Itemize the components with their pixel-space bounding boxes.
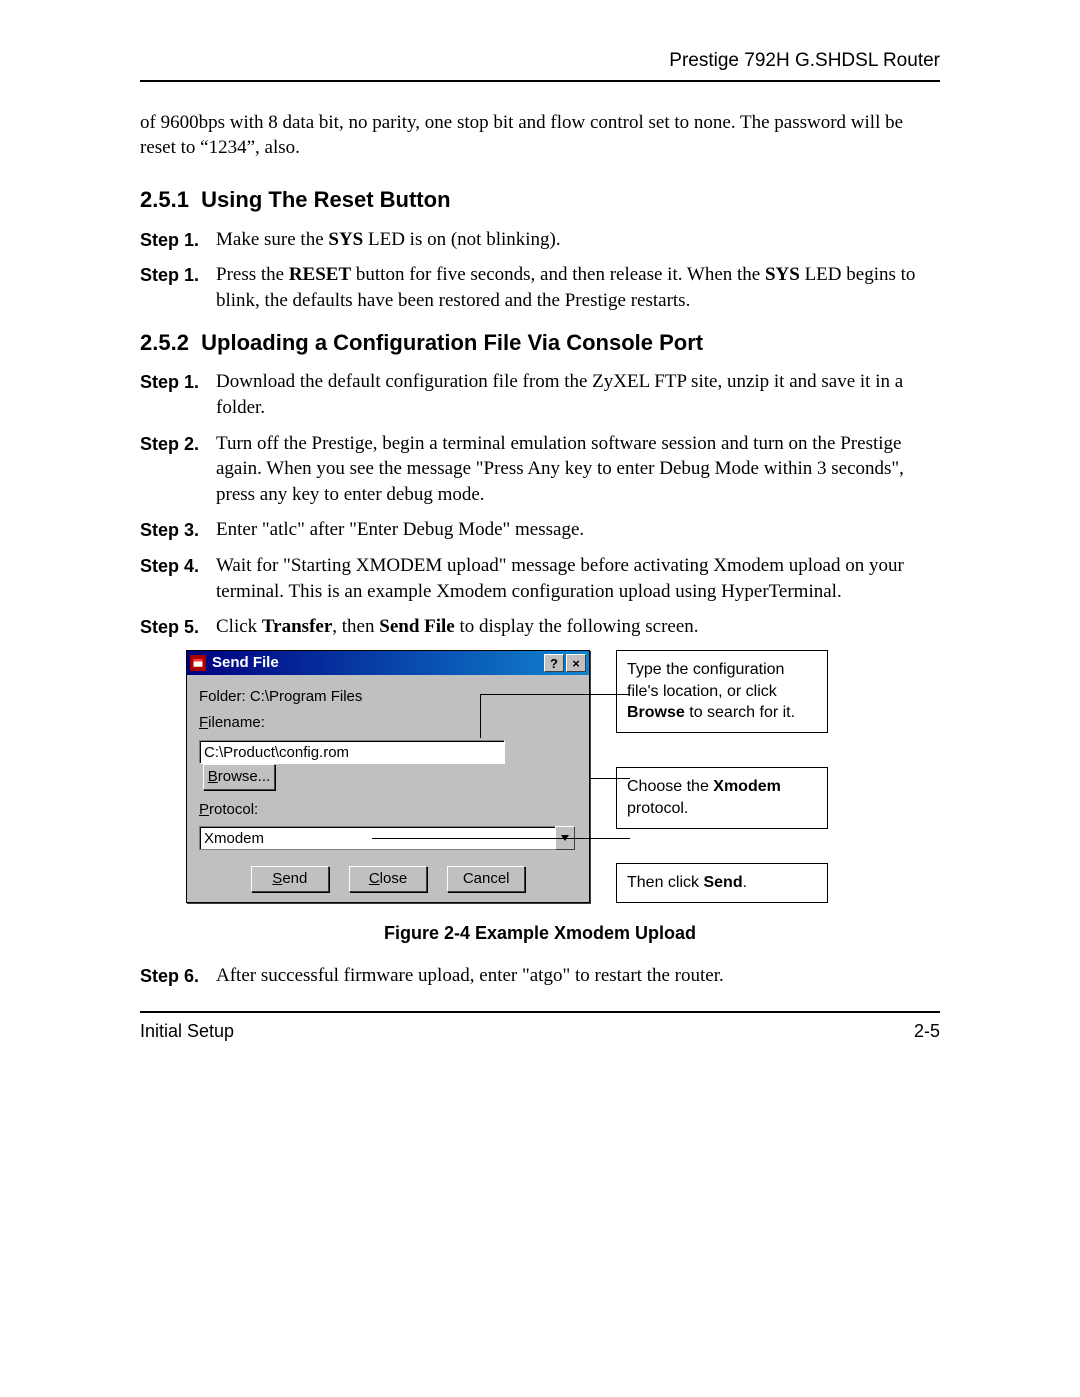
underline-char: B: [208, 767, 218, 787]
footer-rule: [140, 1011, 940, 1013]
step-body: Download the default configuration file …: [216, 369, 940, 420]
section-title: Using The Reset Button: [201, 187, 450, 212]
step-body: Wait for "Starting XMODEM upload" messag…: [216, 553, 940, 604]
cancel-button[interactable]: Cancel: [447, 866, 525, 892]
bold-text: SYS: [328, 229, 363, 250]
step-body: Make sure the SYS LED is on (not blinkin…: [216, 227, 940, 253]
text: .: [743, 874, 747, 891]
step-row: Step 4. Wait for "Starting XMODEM upload…: [140, 553, 940, 604]
bold-text: Send File: [379, 616, 454, 637]
text: lose: [380, 869, 408, 889]
help-button[interactable]: ?: [544, 654, 564, 672]
text: rowse...: [218, 767, 271, 787]
filename-field[interactable]: C:\Product\config.rom: [199, 740, 505, 764]
send-button[interactable]: Send: [251, 866, 329, 892]
dialog-title: Send File: [212, 653, 542, 673]
bold-text: SYS: [765, 264, 800, 285]
underline-char: C: [369, 869, 380, 889]
page-number: 2-5: [914, 1019, 940, 1043]
section-title: Uploading a Configuration File Via Conso…: [201, 330, 703, 355]
text: Type the configuration file's location, …: [627, 661, 784, 700]
text: button for five seconds, and then releas…: [351, 264, 765, 285]
step-body: Press the RESET button for five seconds,…: [216, 262, 940, 313]
connector-line: [480, 694, 630, 695]
step-row: Step 2. Turn off the Prestige, begin a t…: [140, 431, 940, 508]
section-num: 2.5.2: [140, 330, 189, 355]
connector-line: [480, 694, 481, 738]
step-row: Step 6. After successful firmware upload…: [140, 963, 940, 989]
underline-char: S: [272, 869, 282, 889]
step-body: Enter "atlc" after "Enter Debug Mode" me…: [216, 517, 940, 543]
section-num: 2.5.1: [140, 187, 189, 212]
annotation-box: Choose the Xmodem protocol.: [616, 767, 828, 828]
connector-line: [590, 778, 630, 779]
step-row: Step 1. Download the default configurati…: [140, 369, 940, 420]
underline-char: F: [199, 714, 208, 731]
text: to display the following screen.: [455, 616, 699, 637]
step-row: Step 5. Click Transfer, then Send File t…: [140, 614, 940, 640]
text: to search for it.: [685, 704, 795, 721]
footer-section: Initial Setup: [140, 1019, 234, 1043]
text: end: [282, 869, 307, 889]
text: Choose the: [627, 778, 713, 795]
app-icon: [190, 655, 206, 671]
figure-caption: Figure 2-4 Example Xmodem Upload: [140, 921, 940, 945]
section-heading-2-5-1: 2.5.1 Using The Reset Button: [140, 185, 940, 215]
text: Make sure the: [216, 229, 328, 250]
folder-label: Folder: C:\Program Files: [199, 687, 577, 707]
step-body: Turn off the Prestige, begin a terminal …: [216, 431, 940, 508]
annotation-box: Then click Send.: [616, 863, 828, 903]
step-label: Step 1.: [140, 369, 216, 420]
step-label: Step 2.: [140, 431, 216, 508]
bold-text: Browse: [627, 704, 685, 721]
step-label: Step 5.: [140, 614, 216, 640]
close-icon[interactable]: ×: [566, 654, 586, 672]
step-row: Step 1. Make sure the SYS LED is on (not…: [140, 227, 940, 253]
bold-text: RESET: [289, 264, 351, 285]
text: Press the: [216, 264, 289, 285]
text: rotocol:: [209, 801, 258, 818]
step-label: Step 1.: [140, 262, 216, 313]
bold-text: Transfer: [262, 616, 332, 637]
dialog-titlebar[interactable]: Send File ? ×: [187, 651, 589, 675]
step-body: After successful firmware upload, enter …: [216, 963, 940, 989]
text: LED is on (not blinking).: [363, 229, 560, 250]
annotation-box: Type the configuration file's location, …: [616, 650, 828, 733]
step-row: Step 1. Press the RESET button for five …: [140, 262, 940, 313]
text: protocol.: [627, 800, 688, 817]
connector-line: [460, 838, 630, 839]
text: , then: [332, 616, 379, 637]
step-label: Step 3.: [140, 517, 216, 543]
step-label: Step 1.: [140, 227, 216, 253]
section-heading-2-5-2: 2.5.2 Uploading a Configuration File Via…: [140, 328, 940, 358]
bold-text: Xmodem: [713, 778, 781, 795]
close-button[interactable]: Close: [349, 866, 427, 892]
text: Click: [216, 616, 262, 637]
intro-password: 1234: [209, 137, 247, 158]
document-header: Prestige 792H G.SHDSL Router: [140, 48, 940, 74]
browse-button[interactable]: Browse...: [203, 764, 275, 790]
step-body: Click Transfer, then Send File to displa…: [216, 614, 940, 640]
step-label: Step 6.: [140, 963, 216, 989]
bold-text: Send: [703, 874, 742, 891]
send-file-dialog: Send File ? × Folder: C:\Program Files F…: [186, 650, 590, 903]
filename-label: Filename:: [199, 713, 577, 733]
step-row: Step 3. Enter "atlc" after "Enter Debug …: [140, 517, 940, 543]
header-rule: [140, 80, 940, 82]
intro-paragraph: of 9600bps with 8 data bit, no parity, o…: [140, 110, 940, 161]
protocol-label: Protocol:: [199, 800, 577, 820]
text: Cancel: [463, 869, 510, 889]
underline-char: P: [199, 801, 209, 818]
intro-text-post: ”, also.: [247, 137, 300, 158]
step-label: Step 4.: [140, 553, 216, 604]
text: Then click: [627, 874, 703, 891]
text: ilename:: [208, 714, 265, 731]
